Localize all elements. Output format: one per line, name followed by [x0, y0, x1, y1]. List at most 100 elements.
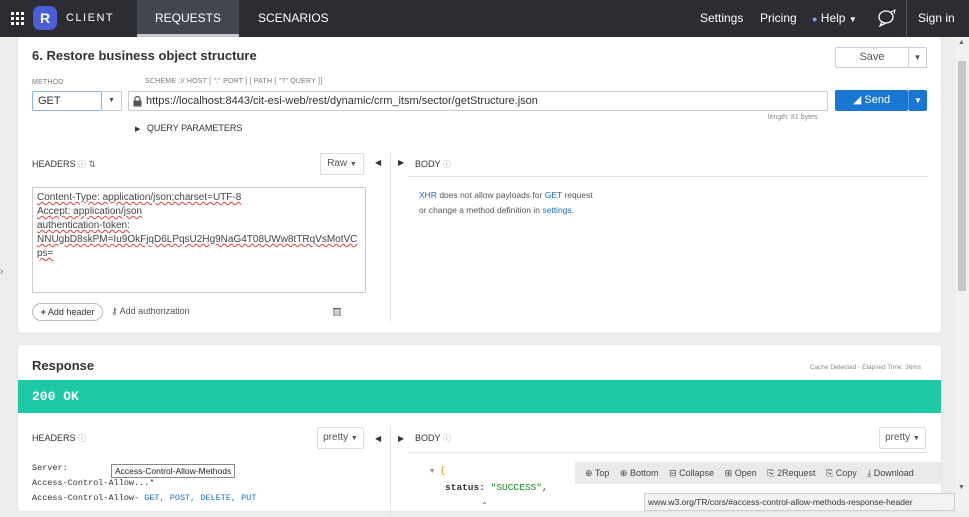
sign-in-link[interactable]: Sign in — [918, 0, 955, 37]
add-header-button[interactable]: + Add header — [32, 303, 103, 321]
response-meta: Cache Detected - Elapsed Time: 36ms — [809, 364, 921, 371]
raw-label: Raw — [327, 158, 348, 169]
response-headers-label: HEADERS — [32, 433, 76, 443]
scroll-hint-icon: ⌃ — [481, 501, 488, 510]
settings-link[interactable]: settings — [542, 205, 571, 215]
collapse-node-icon[interactable]: ▼ — [430, 468, 434, 476]
top-bar: R CLIENT REQUESTS SCENARIOS Settings Pri… — [0, 0, 969, 37]
header-line: Content-Type: application/json;charset=U… — [37, 192, 242, 203]
toolbar-copy[interactable]: ⎘ Copy — [826, 468, 857, 478]
tab-requests[interactable]: REQUESTS — [137, 0, 239, 37]
json-comma: , — [541, 482, 548, 493]
chevron-down-icon: ▼ — [108, 97, 115, 104]
response-toolbar: ⊕ Top ⊕ Bottom ⊟ Collapse ⊞ Open ⎘ 2Requ… — [575, 462, 941, 484]
copy-icon: ⎘ — [826, 468, 834, 478]
scroll-up-icon[interactable]: ▲ — [958, 39, 965, 46]
status-bar: 200 OK — [18, 380, 941, 413]
body-title: BODY — [415, 159, 441, 169]
toolbar-2request[interactable]: ⎘ 2Request — [767, 468, 815, 478]
request-title[interactable]: 6. Restore business object structure — [32, 48, 257, 63]
send-label: Send — [864, 94, 891, 106]
pricing-link[interactable]: Pricing — [760, 0, 797, 37]
download-icon: ⤓ — [867, 468, 872, 478]
json-key: status: — [445, 482, 485, 493]
collapse-right-icon[interactable]: ▶ — [398, 158, 404, 167]
tooltip: Access-Control-Allow-Methods — [111, 464, 236, 478]
toolbar-download[interactable]: ⤓ Download — [867, 468, 914, 478]
body-message: XHR does not allow payloads for GET requ… — [419, 188, 593, 218]
divider — [906, 0, 907, 37]
chevron-right-icon: ▶ — [135, 126, 141, 133]
sidebar-expand-icon[interactable]: › — [0, 266, 3, 277]
tab-scenarios[interactable]: SCENARIOS — [258, 0, 329, 37]
pretty-label: pretty — [323, 432, 349, 443]
save-button[interactable]: Save — [835, 47, 909, 68]
settings-link[interactable]: Settings — [700, 0, 743, 37]
toolbar-open-label: Open — [734, 468, 757, 478]
collapse-right-icon[interactable]: ▶ — [398, 434, 404, 443]
trash-icon[interactable] — [333, 307, 341, 316]
response-pretty-toggle[interactable]: pretty ▼ — [317, 427, 364, 449]
collapse-left-icon[interactable]: ◀ — [375, 434, 381, 443]
brand-name: CLIENT — [66, 12, 115, 24]
url-value: https://localhost:8443/cit-esi-web/rest/… — [146, 95, 538, 107]
toolbar-open[interactable]: ⊞ Open — [725, 468, 757, 478]
status-url-bar: www.w3.org/TR/cors/#access-control-allow… — [644, 493, 955, 511]
sort-icon[interactable]: ⇅ — [89, 159, 97, 169]
status-code: 200 OK — [32, 389, 79, 404]
url-field[interactable]: https://localhost:8443/cit-esi-web/rest/… — [128, 91, 828, 111]
add-authorization-button[interactable]: ⚷ Add authorization — [111, 306, 190, 317]
help-circle-icon[interactable]: ⓘ — [443, 160, 451, 169]
brand-logo[interactable]: R — [33, 6, 57, 30]
help-menu[interactable]: ● Help ▼ — [812, 0, 857, 37]
body-msg-dot: . — [571, 205, 575, 215]
methods-link[interactable]: GET, POST, DELETE, PUT — [144, 493, 256, 503]
header-line: Accept: application/json — [37, 206, 143, 217]
response-header-line: Access-Control-Allow...* — [32, 478, 155, 488]
save-options-button[interactable]: ▼ — [908, 47, 927, 68]
get-link[interactable]: GET — [545, 190, 562, 200]
help-circle-icon[interactable]: ⓘ — [78, 434, 86, 443]
url-hint: SCHEME :// HOST [ ":" PORT ] [ PATH [ "?… — [145, 78, 323, 85]
page-scrollbar[interactable]: ▲ ▼ — [955, 37, 969, 511]
body-divider — [408, 176, 928, 177]
send-button[interactable]: ◢ Send — [835, 90, 908, 111]
toolbar-top[interactable]: ⊕ Top — [585, 468, 609, 478]
xhr-link[interactable]: XHR — [419, 190, 437, 200]
key-icon: ⚷ — [111, 306, 118, 316]
response-headers-title: HEADERS ⓘ — [32, 433, 86, 444]
response-body-title: BODY ⓘ — [415, 433, 451, 444]
headers-textarea[interactable]: Content-Type: application/json;charset=U… — [32, 187, 366, 293]
raw-toggle[interactable]: Raw ▼ — [320, 153, 364, 175]
copy-request-icon: ⎘ — [767, 468, 775, 478]
body-pretty-toggle[interactable]: pretty ▼ — [879, 427, 926, 449]
help-circle-icon[interactable]: ⓘ — [78, 160, 86, 169]
headers-title: HEADERS — [32, 159, 76, 169]
query-parameters-toggle[interactable]: ▶ QUERY PARAMETERS — [135, 123, 242, 133]
scroll-down-icon[interactable]: ▼ — [958, 484, 965, 491]
collapse-left-icon[interactable]: ◀ — [375, 158, 381, 167]
help-dot-icon: ● — [812, 14, 818, 24]
help-circle-icon[interactable]: ⓘ — [443, 434, 451, 443]
apps-grid-icon[interactable] — [11, 12, 25, 26]
chat-icon[interactable] — [877, 9, 897, 27]
method-dropdown-button[interactable]: ▼ — [102, 91, 122, 111]
toolbar-bottom[interactable]: ⊕ Bottom — [620, 468, 659, 478]
body-section-title: BODY ⓘ — [415, 159, 451, 170]
response-header-name: Access-Control-Allow- — [32, 493, 140, 503]
send-options-button[interactable]: ▼ — [908, 90, 927, 111]
scrollbar-thumb[interactable] — [958, 61, 966, 291]
toolbar-collapse-label: Collapse — [679, 468, 715, 478]
response-title: Response — [32, 358, 95, 373]
body-msg-text: request — [564, 190, 593, 200]
response-card: Response Cache Detected - Elapsed Time: … — [18, 345, 941, 517]
toolbar-bottom-label: Bottom — [629, 468, 659, 478]
send-icon: ◢ — [852, 94, 862, 106]
response-header-line: Access-Control-Allow- GET, POST, DELETE,… — [32, 491, 256, 506]
toolbar-top-label: Top — [594, 468, 610, 478]
toolbar-download-label: Download — [873, 468, 914, 478]
method-select[interactable]: GET — [32, 91, 102, 111]
response-body-label: BODY — [415, 433, 441, 443]
request-card: 6. Restore business object structure Sav… — [18, 37, 941, 333]
toolbar-collapse[interactable]: ⊟ Collapse — [669, 468, 714, 478]
